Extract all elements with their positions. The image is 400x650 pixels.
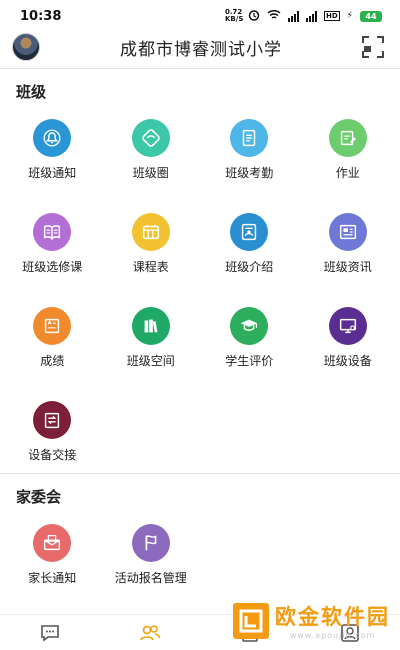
status-bar: 10:38 0.72 KB/S HD ⚡ 44: [0, 0, 400, 32]
parent-section: 家委会 家长通知 活动报名管理: [0, 474, 400, 586]
grid-item-class-intro[interactable]: 班级介绍: [200, 213, 299, 275]
profile-icon: [341, 623, 359, 642]
grid-item-label: 班级考勤: [225, 166, 274, 180]
status-icons: 0.72 KB/S HD ⚡ 44: [225, 9, 382, 24]
scan-icon[interactable]: [362, 36, 384, 58]
grid-item-label: 班级圈: [132, 166, 169, 180]
grid-item-device-handover[interactable]: 设备交接: [3, 401, 102, 463]
score-sheet-icon: [33, 307, 72, 345]
school-title: 成都市博睿测试小学: [120, 39, 282, 60]
apps-icon: [242, 623, 258, 642]
grid-item-label: 班级空间: [126, 354, 175, 368]
charging-icon: ⚡: [346, 11, 353, 21]
grid-item-label: 活动报名管理: [114, 571, 187, 585]
circle-ring-icon: [131, 119, 170, 157]
chat-icon: [41, 624, 59, 642]
grid-item-label: 设备交接: [28, 448, 77, 462]
hd-icon: HD: [324, 11, 340, 21]
signal-icon-2: [306, 10, 317, 22]
alarm-icon: [248, 9, 260, 24]
device-monitor-icon: [328, 307, 367, 345]
device-handover-icon: [33, 401, 72, 439]
grid-item-label: 成绩: [40, 354, 65, 368]
app-header: 成都市博睿测试小学: [0, 32, 400, 62]
grid-item-device-monitor[interactable]: 班级设备: [299, 307, 398, 369]
class-intro-icon: [230, 213, 269, 251]
grid-item-circle-ring[interactable]: 班级圈: [102, 119, 201, 181]
tab-profile[interactable]: [320, 621, 380, 645]
homework-edit-icon: [328, 119, 367, 157]
tab-apps[interactable]: [220, 621, 280, 645]
grid-item-label: 课程表: [132, 260, 169, 274]
grid-item-label: 班级介绍: [225, 260, 274, 274]
grid-item-label: 班级设备: [323, 354, 372, 368]
parent-section-title: 家委会: [16, 488, 62, 506]
grid-item-label: 家长通知: [28, 571, 77, 585]
status-time: 10:38: [20, 8, 62, 24]
grid-item-label: 学生评价: [225, 354, 274, 368]
graduate-icon: [230, 307, 269, 345]
class-section: 班级 班级通知 班级圈 班级考勤 作业班级选修课 课程表 班级介绍 班级资讯成绩 班级空间 学生…: [0, 69, 400, 463]
wifi-icon: [267, 9, 281, 23]
attendance-doc-icon: [230, 119, 269, 157]
grid-item-news[interactable]: 班级资讯: [299, 213, 398, 275]
grid-item-attendance-doc[interactable]: 班级考勤: [200, 119, 299, 181]
grid-item-score-sheet[interactable]: 成绩: [3, 307, 102, 369]
parent-grid: 家长通知 活动报名管理: [0, 524, 400, 586]
grid-item-bell[interactable]: 班级通知: [3, 119, 102, 181]
grid-item-timetable[interactable]: 课程表: [102, 213, 201, 275]
mail-icon: [33, 524, 72, 562]
avatar[interactable]: [12, 33, 40, 61]
news-icon: [328, 213, 367, 251]
grid-item-homework-edit[interactable]: 作业: [299, 119, 398, 181]
grid-item-open-book[interactable]: 班级选修课: [3, 213, 102, 275]
class-section-title: 班级: [16, 83, 47, 101]
network-speed: 0.72 KB/S: [225, 8, 244, 23]
grid-item-graduate[interactable]: 学生评价: [200, 307, 299, 369]
grid-item-flag[interactable]: 活动报名管理: [102, 524, 201, 586]
grid-item-label: 班级资讯: [323, 260, 372, 274]
grid-item-books[interactable]: 班级空间: [102, 307, 201, 369]
class-grid: 班级通知 班级圈 班级考勤 作业班级选修课 课程表 班级介绍 班级资讯成绩 班级空间 学生评价 班…: [0, 119, 400, 463]
timetable-icon: [131, 213, 170, 251]
bell-icon: [33, 119, 72, 157]
grid-item-mail[interactable]: 家长通知: [3, 524, 102, 586]
battery-indicator: 44: [360, 10, 382, 22]
grid-item-label: 班级选修课: [22, 260, 83, 274]
open-book-icon: [33, 213, 72, 251]
tab-contacts[interactable]: [120, 621, 180, 645]
grid-item-label: 班级通知: [28, 166, 77, 180]
grid-item-label: 作业: [335, 166, 360, 180]
flag-icon: [131, 524, 170, 562]
signal-icon: [288, 10, 299, 22]
tab-chat[interactable]: [20, 621, 80, 645]
contacts-icon: [140, 624, 161, 640]
bottom-tab-bar: [0, 614, 400, 650]
books-icon: [131, 307, 170, 345]
